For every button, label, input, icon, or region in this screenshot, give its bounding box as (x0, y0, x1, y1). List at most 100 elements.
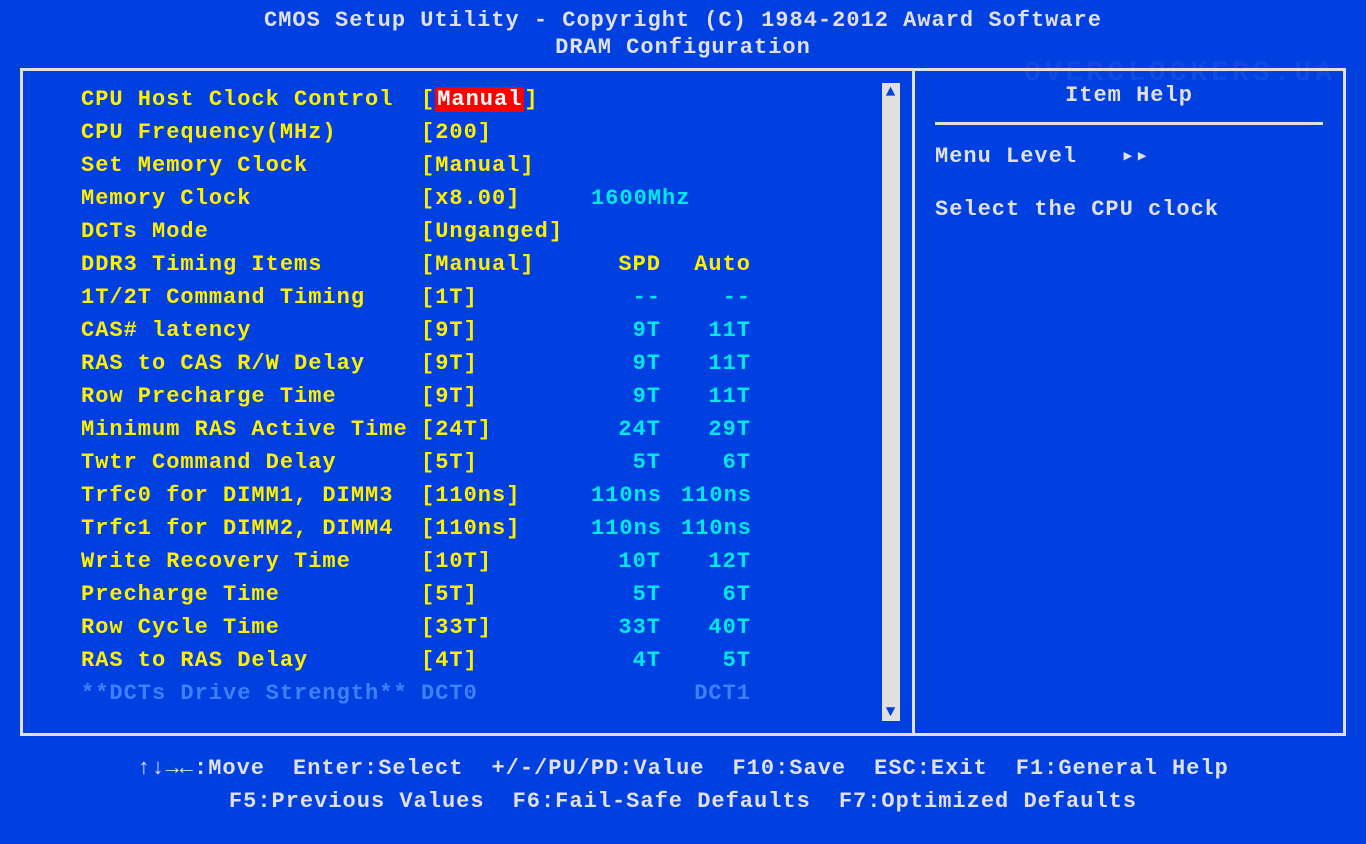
setting-label: Minimum RAS Active Time (81, 417, 421, 442)
setting-row[interactable]: Memory Clock[x8.00]1600Mhz (81, 182, 902, 215)
setting-spd: 4T (591, 648, 681, 673)
setting-auto: 29T (681, 417, 771, 442)
setting-auto: DCT1 (681, 681, 771, 706)
setting-row[interactable]: Set Memory Clock[Manual] (81, 149, 902, 182)
setting-label: DDR3 Timing Items (81, 252, 421, 277)
setting-row[interactable]: DDR3 Timing Items[Manual]SPDAuto (81, 248, 902, 281)
setting-label: Write Recovery Time (81, 549, 421, 574)
setting-label: Trfc1 for DIMM2, DIMM4 (81, 516, 421, 541)
setting-auto: 6T (681, 582, 771, 607)
setting-auto: 110ns (681, 516, 771, 541)
setting-spd: -- (591, 285, 681, 310)
setting-label: Row Cycle Time (81, 615, 421, 640)
scrollbar[interactable]: ▲ ▼ (882, 83, 900, 721)
setting-value[interactable]: [Unganged] (421, 219, 591, 244)
setting-label: Twtr Command Delay (81, 450, 421, 475)
setting-label: CPU Host Clock Control (81, 87, 421, 112)
footer-hint: ↑↓→←:Move (137, 752, 265, 785)
setting-label: CAS# latency (81, 318, 421, 343)
help-panel: Item Help Menu Level ▸▸ Select the CPU c… (915, 71, 1343, 733)
setting-value[interactable]: [9T] (421, 318, 591, 343)
setting-auto: 110ns (681, 483, 771, 508)
setting-value[interactable]: [Manual] (421, 252, 591, 277)
footer-hint: Enter:Select (293, 752, 463, 785)
setting-value[interactable]: [9T] (421, 351, 591, 376)
main-frame: CPU Host Clock Control[Manual]CPU Freque… (20, 68, 1346, 736)
setting-value[interactable]: [5T] (421, 450, 591, 475)
setting-row[interactable]: **DCTs Drive Strength**DCT0 DCT1 (81, 677, 902, 710)
setting-row[interactable]: CPU Frequency(MHz)[200] (81, 116, 902, 149)
footer-hint: ESC:Exit (874, 752, 988, 785)
setting-value[interactable]: [10T] (421, 549, 591, 574)
setting-row[interactable]: Minimum RAS Active Time[24T]24T29T (81, 413, 902, 446)
setting-value[interactable]: DCT0 (421, 681, 591, 706)
setting-row[interactable]: RAS to RAS Delay[4T]4T5T (81, 644, 902, 677)
setting-label: **DCTs Drive Strength** (81, 681, 421, 706)
setting-value[interactable]: [Manual] (421, 87, 591, 112)
scroll-up-icon[interactable]: ▲ (886, 83, 897, 101)
setting-value[interactable]: [110ns] (421, 483, 591, 508)
setting-spd: 33T (591, 615, 681, 640)
setting-auto: Auto (681, 252, 771, 277)
setting-spd: SPD (591, 252, 681, 277)
setting-spd: 24T (591, 417, 681, 442)
help-title: Item Help (935, 83, 1323, 125)
setting-row[interactable]: CAS# latency[9T]9T11T (81, 314, 902, 347)
setting-value[interactable]: [33T] (421, 615, 591, 640)
setting-value[interactable]: [x8.00] (421, 186, 591, 211)
setting-spd: 5T (591, 582, 681, 607)
footer-hint: F6:Fail-Safe Defaults (513, 785, 811, 818)
setting-value[interactable]: [200] (421, 120, 591, 145)
menu-level-arrows-icon: ▸▸ (1121, 143, 1150, 169)
setting-auto: 11T (681, 351, 771, 376)
footer-hint: F7:Optimized Defaults (839, 785, 1137, 818)
setting-auto: 6T (681, 450, 771, 475)
setting-auto: 11T (681, 318, 771, 343)
setting-row[interactable]: Trfc1 for DIMM2, DIMM4[110ns]110ns110ns (81, 512, 902, 545)
setting-auto: 5T (681, 648, 771, 673)
setting-label: Set Memory Clock (81, 153, 421, 178)
setting-label: Trfc0 for DIMM1, DIMM3 (81, 483, 421, 508)
setting-extra: 1600Mhz (591, 186, 711, 211)
setting-label: Row Precharge Time (81, 384, 421, 409)
setting-value[interactable]: [1T] (421, 285, 591, 310)
setting-row[interactable]: Write Recovery Time[10T]10T12T (81, 545, 902, 578)
setting-row[interactable]: Trfc0 for DIMM1, DIMM3[110ns]110ns110ns (81, 479, 902, 512)
setting-spd: 9T (591, 318, 681, 343)
setting-label: CPU Frequency(MHz) (81, 120, 421, 145)
setting-label: RAS to RAS Delay (81, 648, 421, 673)
setting-label: 1T/2T Command Timing (81, 285, 421, 310)
help-description: Select the CPU clock (935, 197, 1323, 222)
setting-row[interactable]: DCTs Mode[Unganged] (81, 215, 902, 248)
setting-spd: 10T (591, 549, 681, 574)
setting-row[interactable]: Row Precharge Time[9T]9T11T (81, 380, 902, 413)
setting-value[interactable]: [9T] (421, 384, 591, 409)
setting-label: DCTs Mode (81, 219, 421, 244)
setting-row[interactable]: Row Cycle Time[33T]33T40T (81, 611, 902, 644)
scroll-track[interactable] (882, 101, 900, 703)
setting-label: Memory Clock (81, 186, 421, 211)
footer-hint: F10:Save (733, 752, 847, 785)
menu-level: Menu Level ▸▸ (935, 143, 1323, 169)
setting-value[interactable]: [Manual] (421, 153, 591, 178)
setting-row[interactable]: RAS to CAS R/W Delay[9T]9T11T (81, 347, 902, 380)
setting-row[interactable]: CPU Host Clock Control[Manual] (81, 83, 902, 116)
footer-hint: F1:General Help (1016, 752, 1229, 785)
setting-value[interactable]: [24T] (421, 417, 591, 442)
scroll-down-icon[interactable]: ▼ (886, 703, 897, 721)
setting-row[interactable]: Twtr Command Delay[5T]5T6T (81, 446, 902, 479)
setting-auto: 12T (681, 549, 771, 574)
settings-panel: CPU Host Clock Control[Manual]CPU Freque… (23, 71, 912, 733)
setting-label: Precharge Time (81, 582, 421, 607)
setting-spd: 110ns (591, 483, 681, 508)
bios-title: CMOS Setup Utility - Copyright (C) 1984-… (0, 8, 1366, 33)
bios-header: CMOS Setup Utility - Copyright (C) 1984-… (0, 0, 1366, 64)
setting-value[interactable]: [110ns] (421, 516, 591, 541)
setting-row[interactable]: 1T/2T Command Timing[1T]---- (81, 281, 902, 314)
setting-value[interactable]: [4T] (421, 648, 591, 673)
setting-row[interactable]: Precharge Time[5T]5T6T (81, 578, 902, 611)
setting-spd: 9T (591, 384, 681, 409)
bios-subtitle: DRAM Configuration (0, 35, 1366, 60)
footer-hint: +/-/PU/PD:Value (491, 752, 704, 785)
setting-value[interactable]: [5T] (421, 582, 591, 607)
